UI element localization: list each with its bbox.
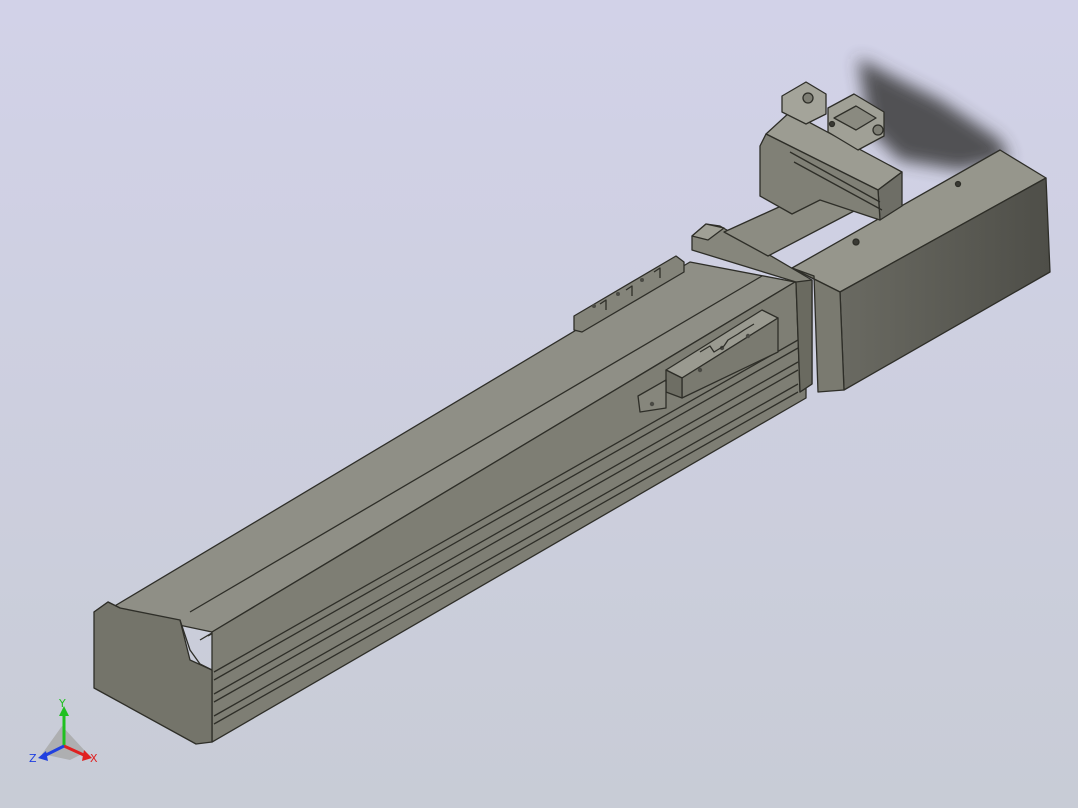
graphics-viewport[interactable]: Y X Z	[0, 0, 1078, 808]
triad-x-label: X	[90, 752, 98, 765]
motor-top-screw	[852, 238, 860, 246]
clamp-right-bolt[interactable]	[872, 124, 884, 136]
clamp-small-hole	[828, 120, 836, 128]
clamp-left-bolt[interactable]	[802, 92, 814, 104]
motor-rear-screw	[954, 180, 962, 188]
triad-y-label: Y	[58, 697, 66, 710]
cad-model-view[interactable]: Y X Z	[0, 0, 1078, 808]
triad-z-label: Z	[29, 752, 37, 765]
